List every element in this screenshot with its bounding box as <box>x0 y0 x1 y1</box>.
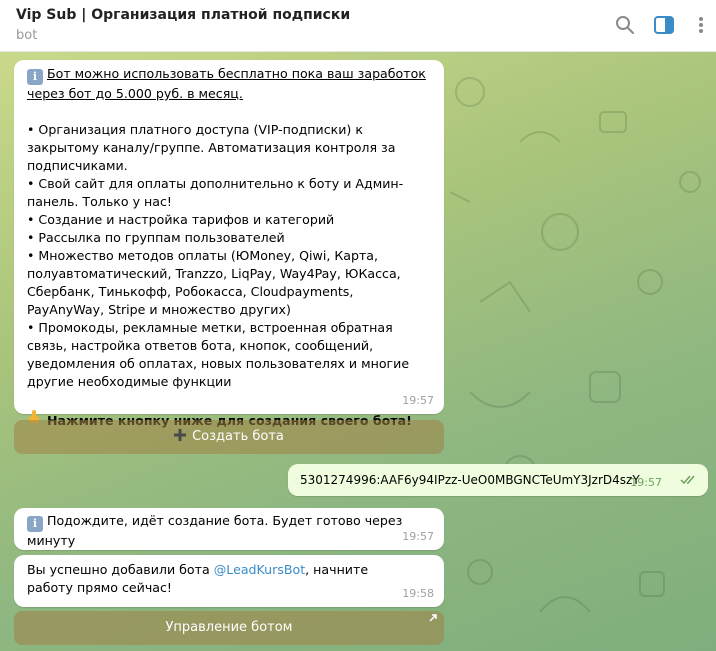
bot-mention-link[interactable]: @LeadKursBot <box>214 562 305 577</box>
wait-text: Подождите, идёт создание бота. Будет гот… <box>27 513 403 548</box>
plus-icon <box>174 421 187 455</box>
info-icon: i <box>27 516 43 532</box>
message-success: Вы успешно добавили бота @LeadKursBot, н… <box>14 555 444 607</box>
create-bot-button[interactable]: Создать бота <box>14 420 444 454</box>
manage-bot-button[interactable]: Управление ботом <box>14 611 444 645</box>
message-time: 19:57 <box>630 476 662 489</box>
message-wait: i Подождите, идёт создание бота. Будет го… <box>14 508 444 550</box>
intro-bullet: • Свой сайт для оплаты дополнительно к б… <box>27 176 404 209</box>
create-bot-label: Создать бота <box>192 429 284 444</box>
intro-bullet: • Промокоды, рекламные метки, встроенная… <box>27 320 410 389</box>
more-vertical-icon[interactable] <box>690 14 712 36</box>
message-time: 19:57 <box>402 394 434 407</box>
external-link-icon <box>428 613 438 625</box>
sidebar-toggle-icon[interactable] <box>653 14 675 36</box>
double-check-icon <box>680 473 698 491</box>
chat-area[interactable]: i Бот можно использовать бесплатно пока в… <box>0 52 716 651</box>
intro-bullet: • Множество методов оплаты (ЮMoney, Qiwi… <box>27 248 401 317</box>
intro-bullet: • Рассылка по группам пользователей <box>27 230 285 245</box>
intro-info-text: Бот можно использовать бесплатно пока ва… <box>27 66 426 101</box>
intro-bullet: • Организация платного доступа (VIP-подп… <box>27 122 396 173</box>
message-outgoing-token: 5301274996:AAF6y94IPzz-UeO0MBGNCTeUmY3Jz… <box>288 464 708 496</box>
search-icon[interactable] <box>614 14 636 36</box>
intro-info-line: i Бот можно использовать бесплатно пока в… <box>27 65 432 103</box>
info-icon: i <box>27 69 43 85</box>
manage-bot-label: Управление ботом <box>165 620 293 635</box>
success-text-before: Вы успешно добавили бота <box>27 562 214 577</box>
token-text: 5301274996:AAF6y94IPzz-UeO0MBGNCTeUmY3Jz… <box>300 473 640 487</box>
chat-title[interactable]: Vip Sub | Организация платной подписки <box>16 7 350 23</box>
message-time: 19:58 <box>402 587 434 600</box>
chat-header: Vip Sub | Организация платной подписки b… <box>0 0 716 52</box>
message-intro: i Бот можно использовать бесплатно пока в… <box>14 60 444 428</box>
message-time: 19:57 <box>402 530 434 543</box>
chat-subtitle: bot <box>16 28 38 43</box>
intro-bullet: • Создание и настройка тарифов и категор… <box>27 212 335 227</box>
